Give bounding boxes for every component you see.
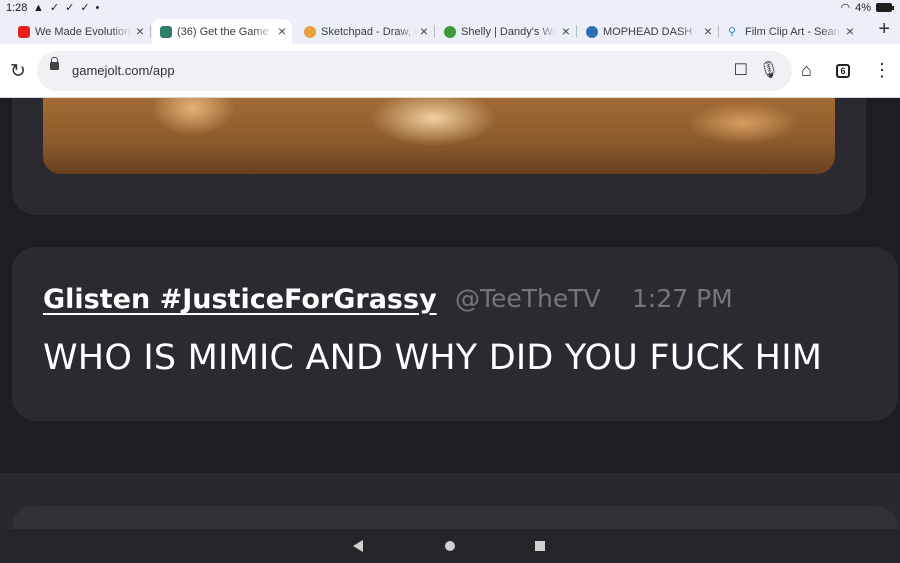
browser-toolbar: ↻ gamejolt.com/app ☐ 🎙 ⌂ 6 ⋮ — [0, 44, 900, 98]
status-bar: 1:28 ▲ ✓ ✓ ✓ • ◠ 4% — [0, 0, 900, 17]
tab-title: MOPHEAD DASH - Pla — [603, 25, 699, 38]
post-handle: @TeeTheTV — [455, 284, 601, 313]
tab-film-clip[interactable]: ⚲ Film Clip Art - Search × — [720, 19, 860, 44]
status-notification-icons: ▲ ✓ ✓ ✓ • — [33, 1, 99, 15]
tab-title: (36) Get the Game Jol — [177, 25, 273, 38]
recents-icon[interactable] — [535, 541, 545, 551]
tab-switcher-button[interactable]: 6 — [836, 64, 850, 78]
warning-icon: ▲ — [33, 2, 44, 14]
tab-title: We Made Evolutions f — [35, 25, 131, 38]
dot-icon: • — [95, 2, 100, 14]
fandom-icon — [444, 25, 456, 38]
lock-icon — [50, 57, 59, 70]
new-tab-button[interactable]: + — [878, 19, 890, 39]
close-icon[interactable]: × — [278, 23, 286, 39]
home-icon[interactable]: ⌂ — [801, 60, 812, 81]
tab-sketchpad[interactable]: Sketchpad - Draw, Cre × — [294, 19, 435, 44]
post-time: 1:27 PM — [632, 284, 733, 313]
wifi-icon: ◠ — [840, 2, 851, 14]
reload-icon[interactable]: ↻ — [10, 60, 26, 83]
address-bar[interactable]: gamejolt.com/app ☐ 🎙 — [37, 51, 792, 91]
home-nav-icon[interactable] — [445, 541, 455, 551]
tab-title: Film Clip Art - Search — [745, 25, 841, 38]
close-icon[interactable]: × — [704, 23, 712, 39]
tab-shelly[interactable]: Shelly | Dandy's World × — [436, 19, 577, 44]
android-nav-bar — [0, 529, 900, 563]
battery-percent: 4% — [855, 1, 871, 14]
tab-gamejolt[interactable]: (36) Get the Game Jol × — [152, 19, 292, 44]
mophead-icon — [586, 25, 598, 38]
mic-icon[interactable]: 🎙 — [759, 60, 779, 80]
close-icon[interactable]: × — [420, 23, 428, 39]
page-content: Glisten #JusticeForGrassy @TeeTheTV 1:27… — [0, 98, 900, 529]
post-card: Glisten #JusticeForGrassy @TeeTheTV 1:27… — [12, 247, 898, 421]
close-icon[interactable]: × — [136, 23, 144, 39]
check-icon: ✓ — [49, 2, 60, 14]
sketchpad-icon — [304, 25, 316, 38]
tab-mophead[interactable]: MOPHEAD DASH - Pla × — [578, 19, 719, 44]
tab-title: Sketchpad - Draw, Cre — [321, 25, 417, 38]
search-icon: ⚲ — [728, 25, 737, 38]
gamejolt-icon — [160, 25, 172, 38]
close-icon[interactable]: × — [562, 23, 570, 39]
check-icon: ✓ — [65, 2, 75, 14]
post-username[interactable]: Glisten #JusticeForGrassy — [43, 284, 437, 315]
tab-title: Shelly | Dandy's World — [461, 25, 557, 38]
menu-icon[interactable]: ⋮ — [873, 60, 891, 81]
next-post-card — [12, 506, 898, 529]
url-text[interactable]: gamejolt.com/app — [72, 63, 175, 78]
check-icon: ✓ — [80, 2, 90, 14]
post-text: WHO IS MIMIC AND WHY DID YOU FUCK HIM — [43, 338, 823, 378]
tab-strip: We Made Evolutions f × (36) Get the Game… — [0, 17, 900, 44]
post-image[interactable] — [43, 98, 835, 174]
battery-icon — [876, 3, 894, 12]
status-time: 1:28 — [6, 2, 28, 14]
tab-youtube[interactable]: We Made Evolutions f × — [0, 19, 151, 44]
youtube-icon — [18, 25, 30, 38]
bookmark-icon[interactable]: ☐ — [734, 60, 748, 80]
back-icon[interactable] — [353, 540, 363, 552]
status-right: ◠ 4% — [840, 1, 894, 14]
close-icon[interactable]: × — [846, 23, 854, 39]
